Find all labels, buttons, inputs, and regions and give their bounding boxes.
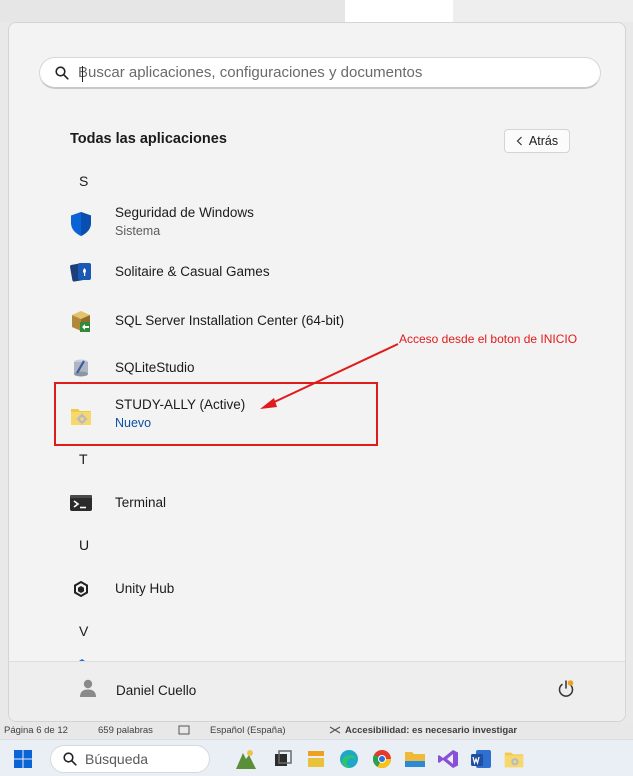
status-accessibility[interactable]: Accesibilidad: es necesario investigar bbox=[345, 725, 517, 736]
store-app-icon[interactable] bbox=[303, 746, 329, 772]
widgets-icon[interactable] bbox=[232, 746, 258, 772]
edge-browser-icon[interactable] bbox=[336, 746, 362, 772]
proofing-icon[interactable] bbox=[178, 725, 190, 738]
document-status-bar: Página 6 de 12 659 palabras Español (Esp… bbox=[0, 722, 633, 739]
accessibility-icon[interactable] bbox=[328, 725, 342, 738]
search-icon bbox=[63, 752, 77, 766]
word-app-icon[interactable] bbox=[468, 746, 494, 772]
status-page-count[interactable]: Página 6 de 12 bbox=[4, 725, 68, 736]
annotation-text: Acceso desde el boton de INICIO bbox=[399, 332, 578, 346]
status-language[interactable]: Español (España) bbox=[210, 725, 286, 736]
visual-studio-icon[interactable] bbox=[435, 746, 461, 772]
windows-logo-icon bbox=[14, 750, 32, 768]
chrome-browser-icon[interactable] bbox=[369, 746, 395, 772]
status-word-count[interactable]: 659 palabras bbox=[98, 725, 153, 736]
taskbar-search-label: Búsqueda bbox=[85, 751, 149, 767]
annotation-arrow bbox=[260, 343, 399, 409]
taskbar: Búsqueda bbox=[0, 739, 633, 776]
taskbar-search-box[interactable]: Búsqueda bbox=[50, 745, 210, 773]
study-ally-taskbar-icon[interactable] bbox=[501, 746, 527, 772]
file-explorer-icon[interactable] bbox=[402, 746, 428, 772]
task-view-icon[interactable] bbox=[270, 746, 296, 772]
start-button[interactable] bbox=[10, 746, 36, 772]
